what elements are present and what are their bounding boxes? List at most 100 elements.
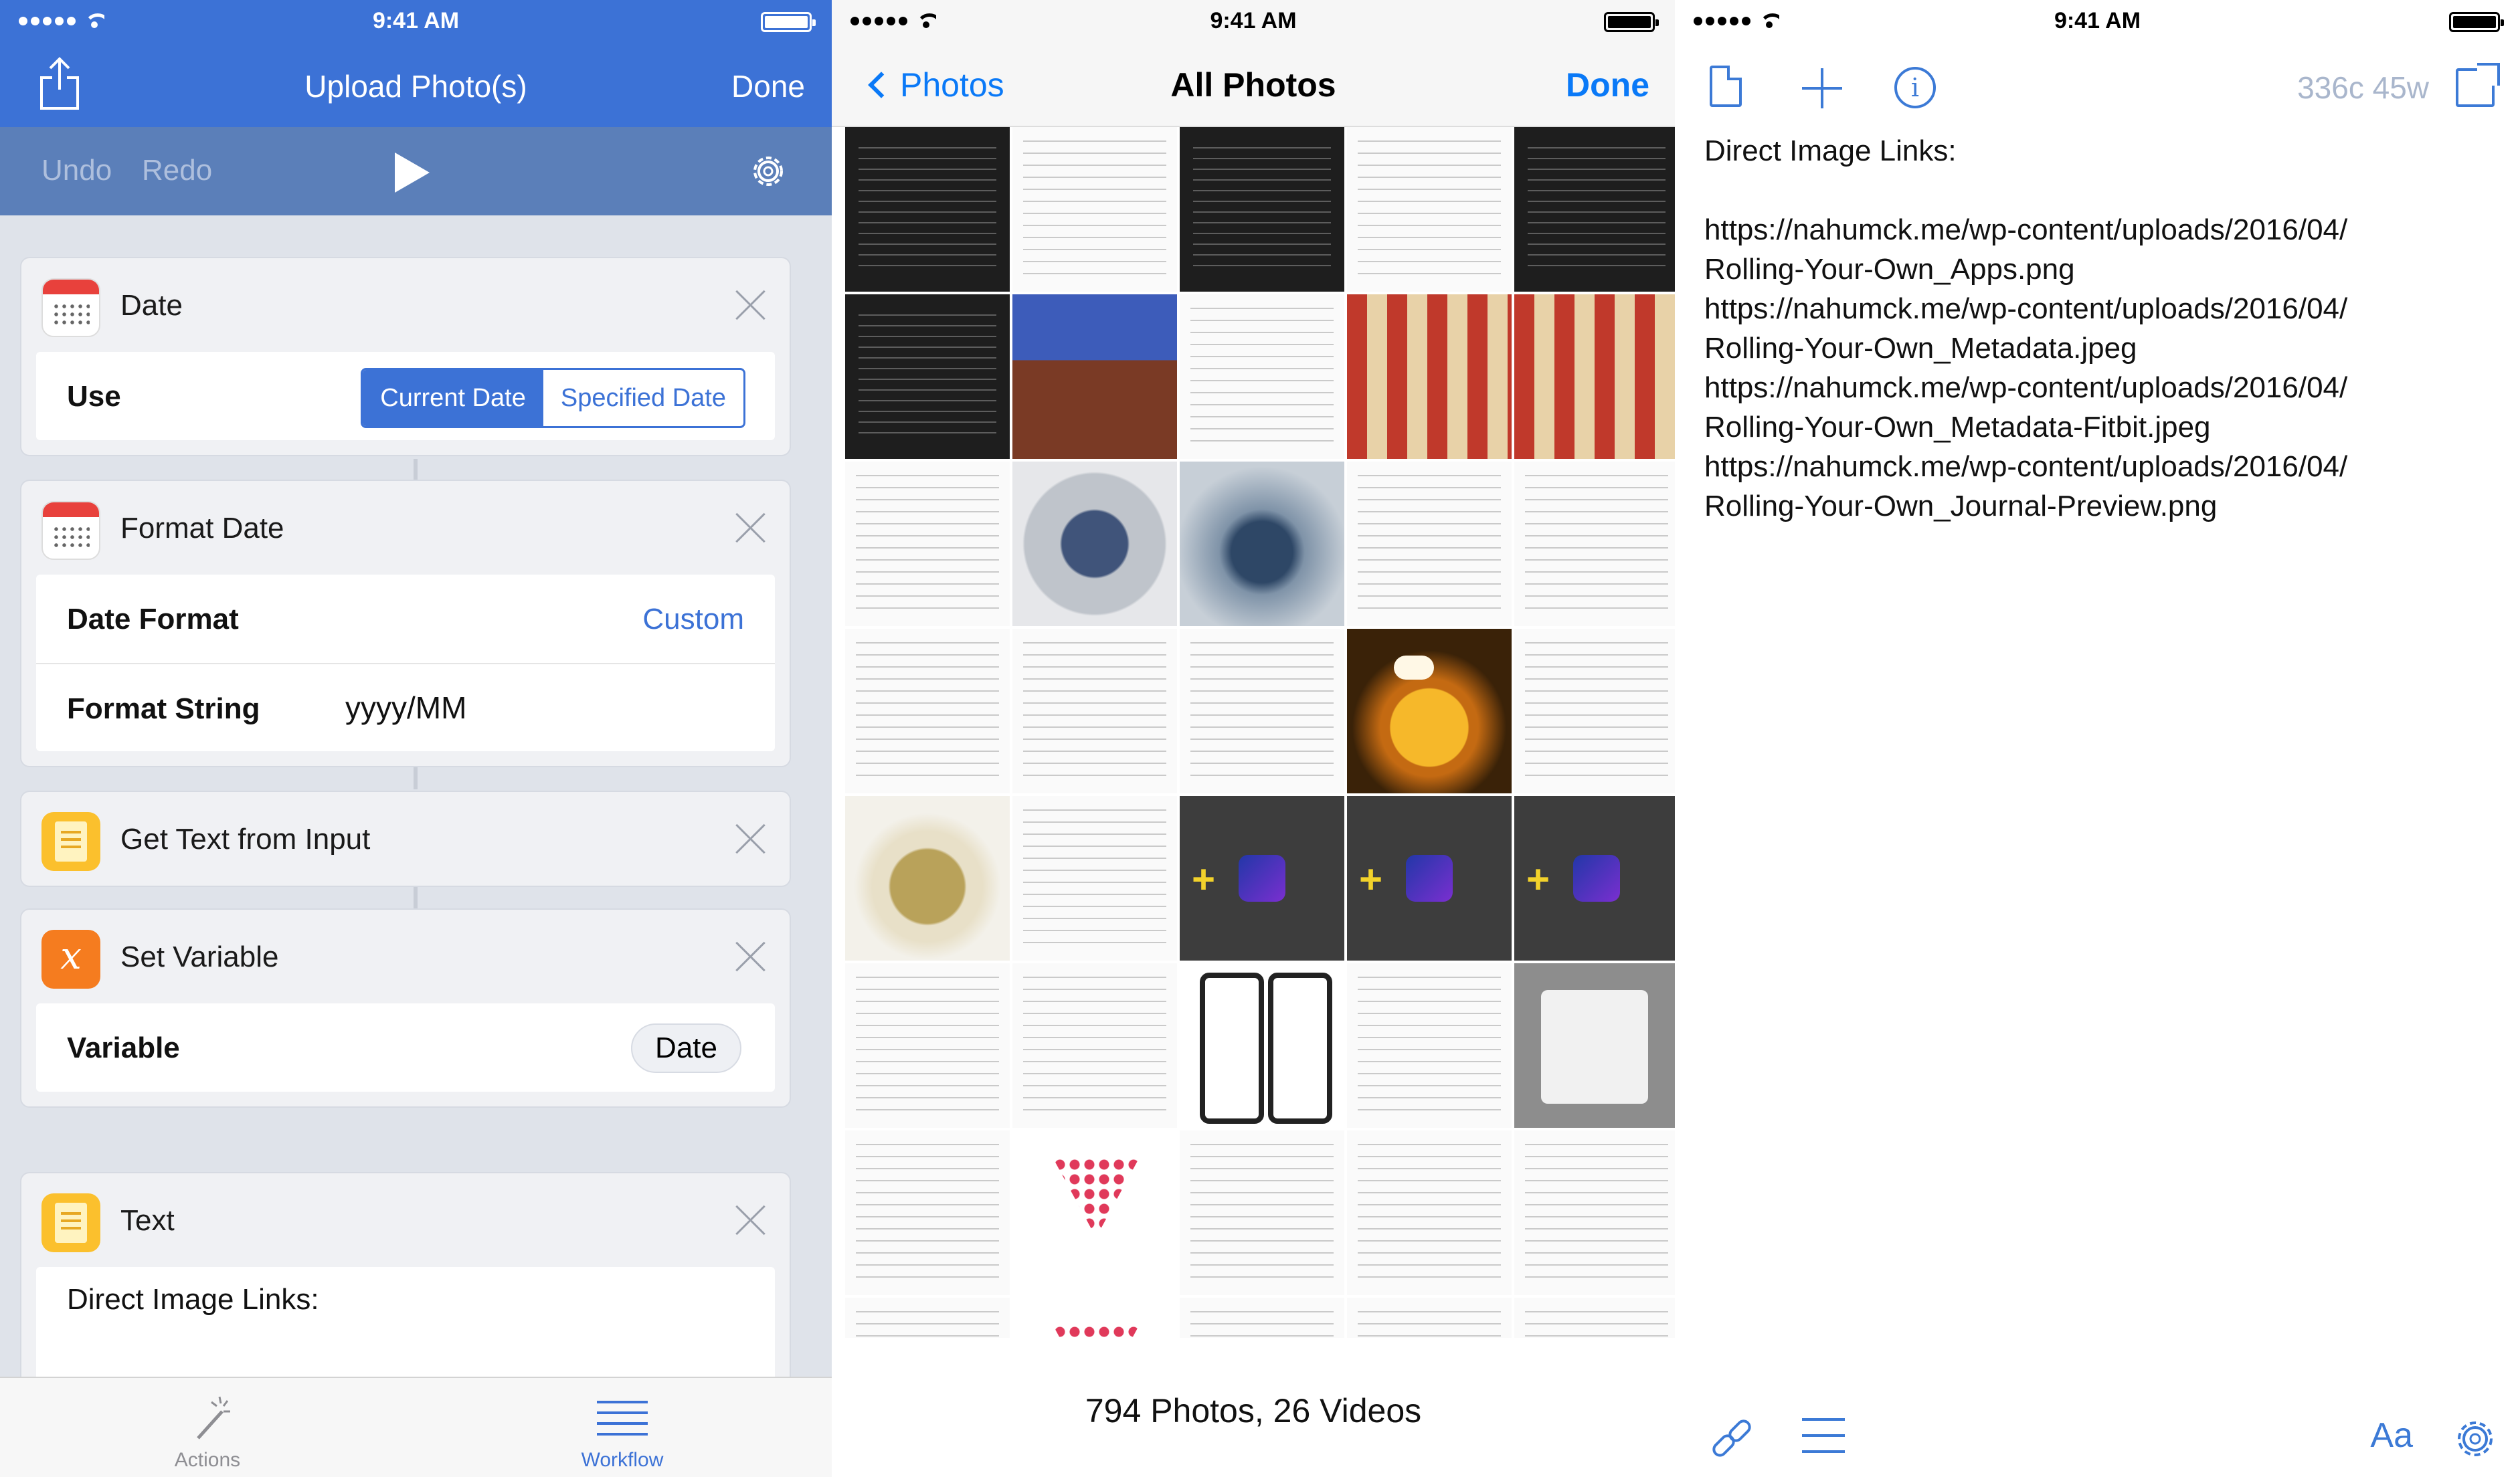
photo-thumbnail[interactable]: [1514, 963, 1675, 1128]
info-icon[interactable]: i: [1894, 67, 1936, 108]
photo-thumbnail[interactable]: [1347, 1298, 1512, 1338]
photo-thumbnail[interactable]: [1180, 796, 1344, 961]
tab-actions[interactable]: Actions: [114, 1378, 301, 1477]
date-format-row[interactable]: Date Format Custom: [36, 575, 775, 663]
workflow-panel: 9:41 AM Upload Photo(s) Done Undo Redo D…: [0, 0, 832, 1477]
variable-icon: x: [41, 930, 100, 989]
action-title: Text: [120, 1204, 175, 1237]
photo-thumbnail[interactable]: [1514, 127, 1675, 292]
undo-button[interactable]: Undo: [41, 154, 112, 187]
photo-thumbnail[interactable]: [1012, 629, 1177, 793]
photo-thumbnail[interactable]: [845, 127, 1010, 292]
settings-gear-icon[interactable]: [748, 151, 788, 191]
photo-thumbnail[interactable]: [1514, 462, 1675, 626]
use-row: Use Current Date Specified Date: [36, 352, 775, 440]
photo-thumbnail[interactable]: [1012, 1130, 1177, 1295]
photo-thumbnail[interactable]: [845, 294, 1010, 459]
editor-bottom-bar: Aa: [1675, 1377, 2520, 1477]
menu-icon[interactable]: [1802, 1418, 1845, 1456]
photo-thumbnail[interactable]: [1514, 629, 1675, 793]
format-string-field[interactable]: yyyy/MM: [345, 690, 466, 726]
action-card-set-variable[interactable]: x Set Variable Variable Date: [20, 908, 791, 1108]
plus-icon[interactable]: [1802, 68, 1842, 108]
photo-thumbnail[interactable]: [845, 462, 1010, 626]
photo-thumbnail[interactable]: [1012, 462, 1177, 626]
photo-thumbnail[interactable]: [1180, 1130, 1344, 1295]
close-icon[interactable]: [735, 823, 766, 854]
close-icon[interactable]: [735, 1204, 766, 1235]
list-icon: [597, 1401, 648, 1436]
photo-thumbnail[interactable]: [1347, 127, 1512, 292]
action-title: Format Date: [120, 512, 284, 545]
text-field[interactable]: Direct Image Links:: [36, 1267, 775, 1381]
date-format-value[interactable]: Custom: [642, 603, 744, 636]
photo-thumbnail[interactable]: [1012, 963, 1177, 1128]
editor-heading: Direct Image Links:: [1704, 134, 1957, 167]
photo-thumbnail[interactable]: [1180, 127, 1344, 292]
tab-workflow[interactable]: Workflow: [529, 1378, 716, 1477]
photo-thumbnail[interactable]: [1347, 294, 1512, 459]
workflow-toolbar: Undo Redo: [0, 127, 832, 215]
play-icon[interactable]: [395, 153, 430, 193]
variable-row: Variable Date: [36, 1003, 775, 1092]
font-button[interactable]: Aa: [2370, 1415, 2413, 1456]
editor-link-line: https://nahumck.me/wp-content/uploads/20…: [1704, 371, 2348, 444]
action-title: Get Text from Input: [120, 823, 371, 856]
photo-thumbnail[interactable]: [1514, 796, 1675, 961]
editor-toolbar: i 336c 45w: [1675, 41, 2520, 135]
settings-gear-icon[interactable]: [2453, 1417, 2497, 1461]
current-date-segment[interactable]: Current Date: [363, 370, 543, 426]
photo-thumbnail[interactable]: [845, 1298, 1010, 1338]
photo-thumbnail[interactable]: [1012, 127, 1177, 292]
close-icon[interactable]: [735, 512, 766, 543]
close-icon[interactable]: [735, 289, 766, 320]
variable-label: Variable: [67, 1031, 180, 1064]
action-card-text[interactable]: Text Direct Image Links:: [20, 1172, 791, 1397]
expand-icon[interactable]: [2456, 63, 2500, 107]
photo-thumbnail[interactable]: [1347, 462, 1512, 626]
status-time: 9:41 AM: [1210, 8, 1297, 33]
battery-icon: [761, 12, 816, 32]
variable-name-pill[interactable]: Date: [631, 1023, 741, 1073]
action-body: Use Current Date Specified Date: [36, 352, 775, 440]
close-icon[interactable]: [735, 941, 766, 971]
redo-button[interactable]: Redo: [142, 154, 212, 187]
text-editor[interactable]: Direct Image Links: https://nahumck.me/wp…: [1704, 131, 2494, 526]
photo-thumbnail[interactable]: [1514, 294, 1675, 459]
photo-thumbnail[interactable]: [1347, 629, 1512, 793]
photo-thumbnail[interactable]: [1012, 1298, 1177, 1338]
date-format-label: Date Format: [67, 603, 239, 635]
photo-thumbnail[interactable]: [1180, 963, 1344, 1128]
photo-thumbnail[interactable]: [1012, 796, 1177, 961]
action-card-date[interactable]: Date Use Current Date Specified Date: [20, 257, 791, 456]
photo-thumbnail[interactable]: [1180, 1298, 1344, 1338]
action-card-format-date[interactable]: Format Date Date Format Custom Format St…: [20, 480, 791, 767]
word-count[interactable]: 336c 45w: [2297, 70, 2429, 106]
photo-thumbnail[interactable]: [1180, 294, 1344, 459]
photo-thumbnail[interactable]: [1012, 294, 1177, 459]
photo-thumbnail[interactable]: [1347, 1130, 1512, 1295]
photo-thumbnail[interactable]: [845, 796, 1010, 961]
document-icon[interactable]: [1710, 66, 1742, 107]
done-button[interactable]: Done: [1566, 66, 1649, 104]
photo-thumbnail[interactable]: [1180, 629, 1344, 793]
photo-thumbnail[interactable]: [1514, 1298, 1675, 1338]
photo-thumbnail[interactable]: [845, 1130, 1010, 1295]
photo-thumbnail[interactable]: [845, 963, 1010, 1128]
text-editor-panel: 9:41 AM i 336c 45w Direct Image Links: ht…: [1675, 0, 2520, 1477]
photo-thumbnail[interactable]: [845, 629, 1010, 793]
action-card-get-text[interactable]: Get Text from Input: [20, 791, 791, 887]
text-content: Direct Image Links:: [67, 1283, 319, 1316]
action-body: Direct Image Links:: [36, 1267, 775, 1381]
photo-thumbnail[interactable]: [1514, 1130, 1675, 1295]
battery-icon: [2449, 12, 2504, 32]
done-button[interactable]: Done: [731, 68, 805, 104]
link-icon[interactable]: [1708, 1417, 1755, 1464]
photo-thumbnail[interactable]: [1180, 462, 1344, 626]
specified-date-segment[interactable]: Specified Date: [543, 370, 743, 426]
photo-thumbnail[interactable]: [1347, 796, 1512, 961]
photos-nav-bar: Photos All Photos Done: [832, 41, 1675, 127]
photo-thumbnail[interactable]: [1347, 963, 1512, 1128]
format-string-label: Format String: [67, 692, 260, 725]
action-body: Date Format Custom Format String yyyy/MM: [36, 575, 775, 751]
